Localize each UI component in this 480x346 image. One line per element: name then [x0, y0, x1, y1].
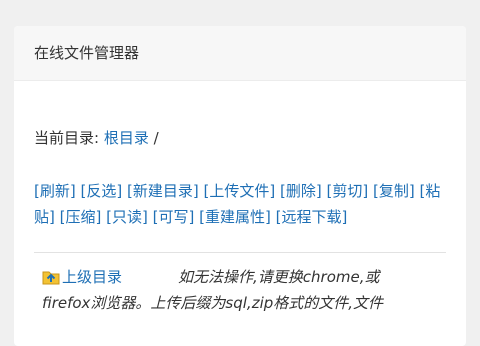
rebuild-attributes-link[interactable]: [重建属性]: [199, 208, 271, 226]
path-separator: /: [148, 129, 159, 147]
file-manager-panel: 在线文件管理器 当前目录: 根目录 / [刷新] [反选] [新建目录] [上传…: [14, 26, 466, 346]
divider: [34, 252, 446, 253]
action-links: [刷新] [反选] [新建目录] [上传文件] [删除] [剪切] [复制] […: [34, 178, 454, 230]
panel-title: 在线文件管理器: [34, 44, 140, 62]
upload-file-link[interactable]: [上传文件]: [204, 182, 276, 200]
remote-download-link[interactable]: [远程下载]: [276, 208, 348, 226]
current-directory-label: 当前目录:: [34, 129, 104, 147]
copy-link[interactable]: [复制]: [373, 182, 415, 200]
parent-directory-link[interactable]: 上级目录: [62, 268, 122, 286]
invert-selection-link[interactable]: [反选]: [81, 182, 123, 200]
current-directory: 当前目录: 根目录 /: [34, 128, 159, 148]
compress-link[interactable]: [压缩]: [60, 208, 102, 226]
new-folder-link[interactable]: [新建目录]: [127, 182, 199, 200]
delete-link[interactable]: [删除]: [280, 182, 322, 200]
parent-directory-row: 上级目录 如无法操作,请更换chrome,或: [42, 266, 452, 288]
root-directory-link[interactable]: 根目录: [104, 129, 149, 147]
read-only-link[interactable]: [只读]: [106, 208, 148, 226]
browser-note-line1: 如无法操作,请更换chrome,或: [178, 268, 380, 286]
refresh-link[interactable]: [刷新]: [34, 182, 76, 200]
writable-link[interactable]: [可写]: [153, 208, 195, 226]
folder-up-icon[interactable]: [42, 269, 60, 285]
browser-note-line2: firefox浏览器。上传后缀为sql,zip格式的文件,文件: [42, 294, 384, 312]
cut-link[interactable]: [剪切]: [327, 182, 369, 200]
